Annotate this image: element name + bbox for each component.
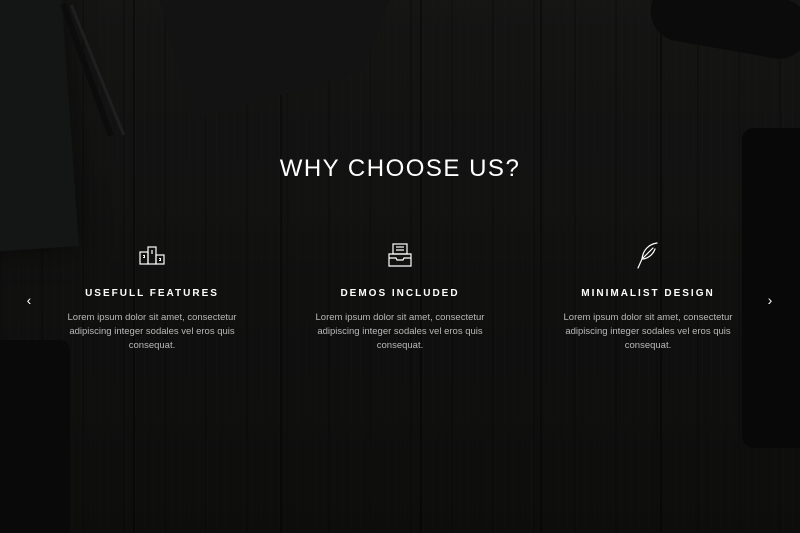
feature-title: MINIMALIST DESIGN xyxy=(581,288,715,299)
feature-card: USEFULL FEATURES Lorem ipsum dolor sit a… xyxy=(52,240,252,353)
feather-icon xyxy=(637,242,658,269)
inbox-tray-icon xyxy=(388,243,412,267)
feature-title: USEFULL FEATURES xyxy=(85,288,219,299)
feature-card: MINIMALIST DESIGN Lorem ipsum dolor sit … xyxy=(548,240,748,353)
feature-title: DEMOS INCLUDED xyxy=(340,288,460,299)
podium-icon xyxy=(139,246,165,265)
feature-description: Lorem ipsum dolor sit amet, consectetur … xyxy=(315,312,485,351)
feature-description: Lorem ipsum dolor sit amet, consectetur … xyxy=(563,312,733,351)
feature-card: DEMOS INCLUDED Lorem ipsum dolor sit ame… xyxy=(300,240,500,353)
section-heading: WHY CHOOSE US? xyxy=(279,155,521,182)
features-carousel: USEFULL FEATURES Lorem ipsum dolor sit a… xyxy=(0,240,800,360)
feature-description: Lorem ipsum dolor sit amet, consectetur … xyxy=(67,312,237,351)
